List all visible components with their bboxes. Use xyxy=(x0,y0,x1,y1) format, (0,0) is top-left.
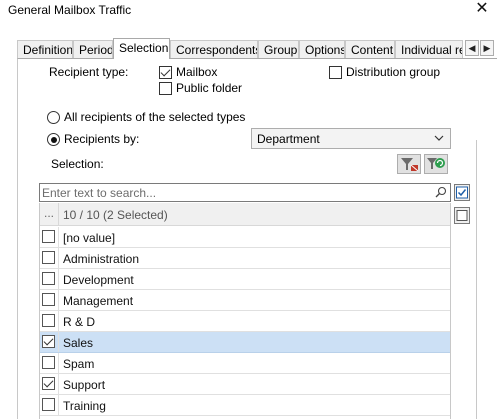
list-item[interactable]: Development xyxy=(40,269,450,290)
group-border xyxy=(476,140,477,419)
list-item[interactable]: Training xyxy=(40,395,450,416)
window-title: General Mailbox Traffic xyxy=(8,3,132,17)
list-item-label: Sales xyxy=(63,336,94,350)
check-all-button[interactable] xyxy=(454,184,470,201)
filter-refresh-icon xyxy=(427,158,445,169)
tab-selection[interactable]: Selection xyxy=(113,38,170,59)
refresh-filter-button[interactable] xyxy=(424,154,448,174)
check-all-icon xyxy=(456,186,468,199)
list-item-check-cell xyxy=(40,374,59,394)
recipients-by-label: Recipients by: xyxy=(64,132,140,146)
tab-individual-reports[interactable]: Individual re xyxy=(395,40,463,58)
list-item-checkbox[interactable] xyxy=(42,251,55,264)
list-item-label: Management xyxy=(63,294,134,308)
list-header: ... 10 / 10 (2 Selected) xyxy=(40,203,450,226)
recipients-by-radio[interactable] xyxy=(47,133,60,146)
tab-definition[interactable]: Definition xyxy=(17,40,73,58)
recipient-type-label: Recipient type: xyxy=(49,65,129,79)
title-bar: General Mailbox Traffic ✕ xyxy=(0,0,497,24)
list-item-checkbox[interactable] xyxy=(42,293,55,306)
list-item-label: Training xyxy=(63,399,106,413)
list-item-checkbox[interactable] xyxy=(42,377,55,390)
list-item-check-cell xyxy=(40,311,59,331)
mailbox-label: Mailbox xyxy=(176,65,218,79)
list-options-button[interactable]: ... xyxy=(40,203,59,226)
uncheck-all-icon xyxy=(456,210,468,221)
list-item[interactable]: Management xyxy=(40,290,450,311)
list-item-label: Spam xyxy=(63,357,95,371)
list-item[interactable]: Spam xyxy=(40,353,450,374)
mailbox-checkbox[interactable] xyxy=(159,66,172,79)
tab-content[interactable]: Content xyxy=(345,40,395,58)
list-item[interactable]: Administration xyxy=(40,248,450,269)
tab-group[interactable]: Group xyxy=(258,40,299,58)
tab-period[interactable]: Period xyxy=(73,40,113,58)
tab-options[interactable]: Options xyxy=(299,40,345,58)
tab-strip: Definition Period Selection Corresponden… xyxy=(17,38,497,59)
chevron-left-icon: ◀ xyxy=(468,43,476,53)
list-item-check-cell xyxy=(40,353,59,373)
chevron-down-icon xyxy=(434,135,444,141)
dropdown-value: Department xyxy=(257,132,320,146)
list-item[interactable]: R & D xyxy=(40,311,450,332)
list-item-check-cell xyxy=(40,395,59,415)
uncheck-all-button[interactable] xyxy=(454,207,470,224)
list-item-checkbox[interactable] xyxy=(42,335,55,348)
filter-clear-icon xyxy=(401,158,419,172)
distribution-group-label: Distribution group xyxy=(346,65,441,79)
search-box xyxy=(39,183,451,202)
distribution-group-checkbox[interactable] xyxy=(329,66,342,79)
list-count-text: 10 / 10 (2 Selected) xyxy=(63,208,168,222)
list-item[interactable]: Support xyxy=(40,374,450,395)
public-folder-label: Public folder xyxy=(176,81,243,95)
list-item-check-cell xyxy=(40,227,59,247)
recipients-by-dropdown[interactable]: Department xyxy=(251,128,451,149)
all-recipients-radio[interactable] xyxy=(47,111,60,124)
list-item[interactable]: Sales xyxy=(40,332,450,353)
list-item[interactable]: [no value] xyxy=(40,227,450,248)
list-item-label: [no value] xyxy=(63,231,116,245)
value-list: ... 10 / 10 (2 Selected) [no value] Admin… xyxy=(39,203,451,419)
chevron-right-icon: ▶ xyxy=(483,43,491,53)
tab-scroll-right-button[interactable]: ▶ xyxy=(480,40,494,56)
list-item-check-cell xyxy=(40,248,59,268)
list-item-check-cell xyxy=(40,269,59,289)
list-item-label: Administration xyxy=(63,252,140,266)
clear-filter-button[interactable] xyxy=(397,154,421,174)
list-item-checkbox[interactable] xyxy=(42,398,55,411)
list-item-label: Development xyxy=(63,273,134,287)
list-item-checkbox[interactable] xyxy=(42,356,55,369)
tab-scroll-left-button[interactable]: ◀ xyxy=(465,40,479,56)
tab-correspondents[interactable]: Correspondents xyxy=(170,40,258,58)
list-item-label: Support xyxy=(63,378,106,392)
list-item-label: R & D xyxy=(63,315,96,329)
search-icon xyxy=(435,186,447,198)
list-item-checkbox[interactable] xyxy=(42,230,55,243)
list-item-check-cell xyxy=(40,290,59,310)
all-recipients-label: All recipients of the selected types xyxy=(64,110,246,124)
close-button[interactable]: ✕ xyxy=(471,0,493,20)
list-item-check-cell xyxy=(40,332,59,352)
public-folder-checkbox[interactable] xyxy=(159,82,172,95)
search-input[interactable] xyxy=(42,185,432,200)
selection-label: Selection: xyxy=(51,157,104,171)
list-item-checkbox[interactable] xyxy=(42,314,55,327)
list-item-checkbox[interactable] xyxy=(42,272,55,285)
